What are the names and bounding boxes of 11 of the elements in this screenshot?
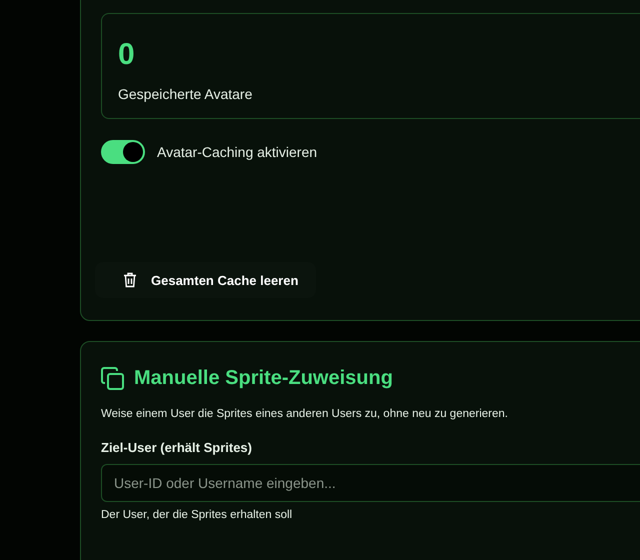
field-hint: Der User, der die Sprites erhalten soll: [101, 509, 294, 521]
toggle-switch[interactable]: [101, 140, 145, 164]
toggle-label: Avatar-Caching aktivieren: [157, 144, 318, 160]
stat-label: Gespeicherte Avatare: [118, 86, 254, 102]
field-label: Ziel-User (erhält Sprites): [101, 440, 253, 455]
copy-icon: [101, 367, 124, 390]
section-title: Manuelle Sprite-Zuweisung: [134, 367, 393, 390]
stat-value: 0: [118, 38, 136, 72]
section-description: Weise einem User die Sprites eines anderen Users zu, ohne neu zu generieren.: [101, 408, 509, 420]
trash-icon: [123, 272, 137, 288]
user-input-field[interactable]: User-ID oder Username eingeben...: [101, 464, 640, 502]
